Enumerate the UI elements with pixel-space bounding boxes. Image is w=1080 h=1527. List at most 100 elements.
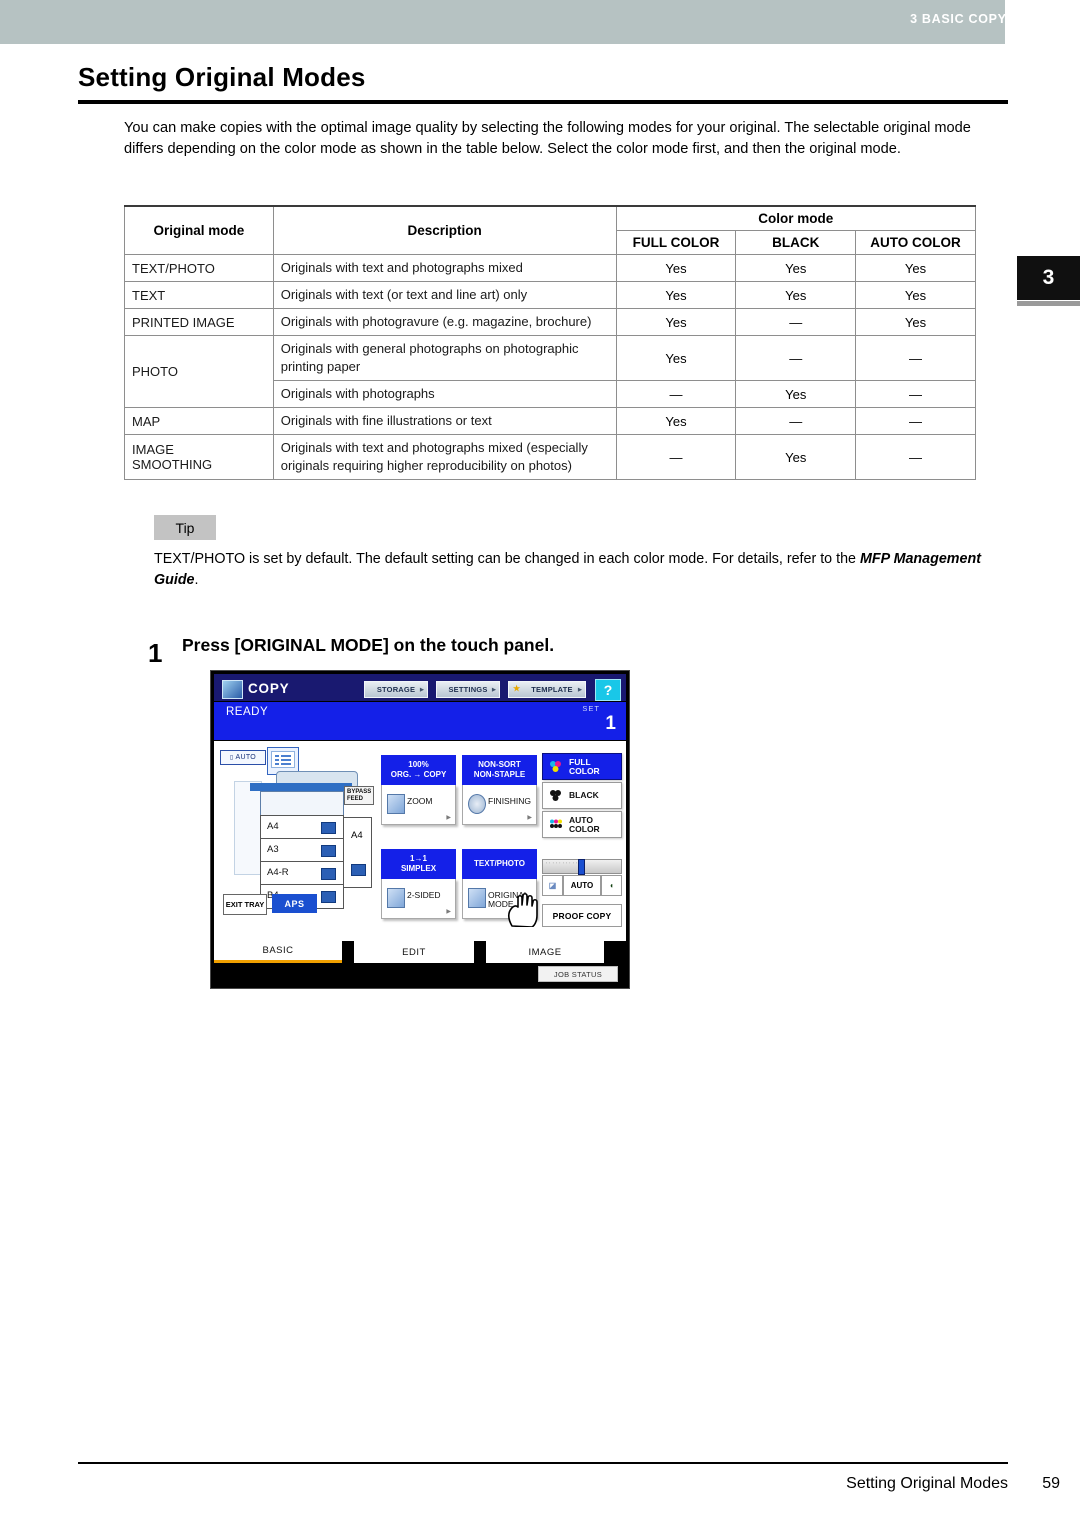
status-text: READY — [226, 706, 269, 718]
black-button[interactable]: BLACK — [542, 782, 622, 809]
tray-a3[interactable]: A3 — [260, 838, 344, 863]
th-full-color: FULL COLOR — [615, 230, 737, 255]
panel-body: ▯ AUTO BYPASS FEED A4 A3 A4-R A4 EXIT TR… — [214, 741, 626, 941]
settings-button[interactable]: SETTINGS ▶ — [436, 681, 500, 698]
job-status-button[interactable]: JOB STATUS — [538, 966, 618, 982]
tray-a3-label: A3 — [267, 844, 279, 855]
chapter-thumb-tab-shadow — [1017, 301, 1080, 306]
cell-black: Yes — [735, 434, 857, 480]
cell-description: Originals with photographs — [272, 380, 617, 408]
exit-tray-label: EXIT TRAY — [225, 899, 265, 909]
paper-orientation-icon — [321, 822, 336, 834]
th-description: Description — [272, 205, 617, 255]
auto-color-button[interactable]: AUTO COLOR — [542, 811, 622, 838]
darker-icon: ◖ — [609, 881, 614, 890]
density-slider-knob[interactable] — [578, 859, 585, 875]
tip-badge: Tip — [154, 515, 216, 540]
tip-text-after: . — [194, 572, 199, 588]
cell-black: — — [735, 407, 857, 435]
storage-label: STORAGE — [376, 685, 416, 694]
duplex-caption: 1→1 SIMPLEX — [381, 849, 456, 879]
chevron-right-icon: ▶ — [491, 686, 496, 693]
auto-color-icon — [549, 818, 562, 831]
exit-tray-button[interactable]: EXIT TRAY — [223, 894, 267, 915]
settings-label: SETTINGS — [448, 685, 488, 694]
paper-orientation-icon — [321, 891, 336, 903]
panel-top-bar: COPY STORAGE ▶ SETTINGS ▶ ★ TEMPLATE ▶ ? — [214, 674, 626, 701]
cell-original-mode: PRINTED IMAGE — [124, 308, 274, 336]
tab-edit[interactable]: EDIT — [354, 941, 474, 963]
cell-description: Originals with general photographs on ph… — [272, 335, 617, 381]
footer-rule — [78, 1462, 1008, 1464]
template-label: TEMPLATE — [531, 685, 573, 694]
footer-page-number: 59 — [1042, 1475, 1060, 1492]
density-auto-button[interactable]: AUTO — [563, 875, 601, 896]
table-row: MAP Originals with fine illustrations or … — [124, 407, 976, 435]
cell-auto: Yes — [855, 281, 976, 309]
touch-panel-screenshot: COPY STORAGE ▶ SETTINGS ▶ ★ TEMPLATE ▶ ? RE… — [210, 670, 630, 989]
finishing-caption: NON-SORT NON-STAPLE — [462, 755, 537, 785]
finishing-body: FINISHING ▶ — [462, 785, 537, 825]
cell-auto: Yes — [855, 308, 976, 336]
bypass-feed-label: BYPASS FEED — [347, 789, 372, 802]
finishing-icon — [468, 794, 486, 814]
side-tray-a4[interactable]: A4 — [343, 817, 372, 888]
cell-black: Yes — [735, 380, 857, 408]
cell-auto: — — [855, 407, 976, 435]
tray-a4[interactable]: A4 — [260, 815, 344, 840]
mfp-output-paper — [234, 781, 262, 875]
original-mode-cap1: TEXT/PHOTO — [474, 859, 525, 868]
cell-description: Originals with fine illustrations or tex… — [272, 407, 617, 435]
cell-description: Originals with text and photographs mixe… — [272, 434, 617, 480]
cell-full: — — [615, 434, 737, 480]
tip-text: TEXT/PHOTO is set by default. The defaul… — [154, 549, 1002, 591]
cell-black: — — [735, 335, 857, 381]
cell-original-mode: TEXT — [124, 281, 274, 309]
mfp-illustration: ▯ AUTO BYPASS FEED A4 A3 A4-R A4 EXIT TR… — [220, 747, 374, 919]
storage-button[interactable]: STORAGE ▶ — [364, 681, 428, 698]
zoom-caption: 100% ORG. → COPY — [381, 755, 456, 785]
paper-orientation-icon — [321, 845, 336, 857]
table-row: PHOTO Originals with general photographs … — [124, 335, 976, 408]
table-row: TEXT Originals with text (or text and lin… — [124, 281, 976, 309]
zoom-icon — [387, 794, 405, 814]
paper-icon: ▯ — [229, 755, 234, 761]
auto-paper-indicator: ▯ AUTO — [220, 750, 266, 765]
help-button[interactable]: ? — [595, 679, 621, 701]
cell-description: Originals with text (or text and line ar… — [272, 281, 617, 309]
th-auto-color: AUTO COLOR — [855, 230, 976, 255]
proof-copy-button[interactable]: PROOF COPY — [542, 904, 622, 927]
density-lighter-button[interactable]: ◪ — [542, 875, 563, 896]
chevron-right-icon: ▶ — [577, 686, 582, 693]
tab-basic[interactable]: BASIC — [214, 941, 342, 963]
full-color-label: FULL COLOR — [569, 757, 600, 776]
tab-slant-1 — [342, 941, 354, 963]
finishing-button[interactable]: NON-SORT NON-STAPLE FINISHING ▶ — [462, 755, 537, 825]
tray-a4r[interactable]: A4-R — [260, 861, 344, 886]
bypass-feed-button[interactable]: BYPASS FEED — [344, 786, 374, 805]
tab-image[interactable]: IMAGE — [486, 941, 604, 963]
title-rule — [78, 100, 1008, 104]
template-button[interactable]: ★ TEMPLATE ▶ — [508, 681, 586, 698]
duplex-label: 2-SIDED — [407, 890, 441, 900]
zoom-button[interactable]: 100% ORG. → COPY ZOOM ▶ — [381, 755, 456, 825]
tip-text-before: TEXT/PHOTO is set by default. The defaul… — [154, 551, 860, 567]
tray-a4-label: A4 — [267, 821, 279, 832]
two-sided-icon — [387, 888, 405, 908]
density-slider[interactable]: '''''''''' — [542, 859, 622, 875]
cell-full: Yes — [615, 407, 737, 435]
tab-slant-2 — [474, 941, 486, 963]
zoom-body: ZOOM ▶ — [381, 785, 456, 825]
density-darker-button[interactable]: ◖ — [601, 875, 622, 896]
panel-tab-bar: BASIC EDIT IMAGE — [214, 941, 626, 963]
lighter-icon: ◪ — [548, 881, 557, 890]
zoom-label: ZOOM — [407, 796, 433, 806]
cell-full: Yes — [615, 308, 737, 336]
duplex-button[interactable]: 1→1 SIMPLEX 2-SIDED ▶ — [381, 849, 456, 919]
step-instruction: Press [ORIGINAL MODE] on the touch panel… — [182, 635, 555, 655]
chevron-right-icon: ▶ — [446, 909, 451, 915]
full-color-button[interactable]: FULL COLOR — [542, 753, 622, 780]
job-status-label: JOB STATUS — [553, 969, 603, 979]
zoom-cap2: ORG. → COPY — [390, 770, 447, 779]
aps-button[interactable]: APS — [272, 894, 317, 913]
